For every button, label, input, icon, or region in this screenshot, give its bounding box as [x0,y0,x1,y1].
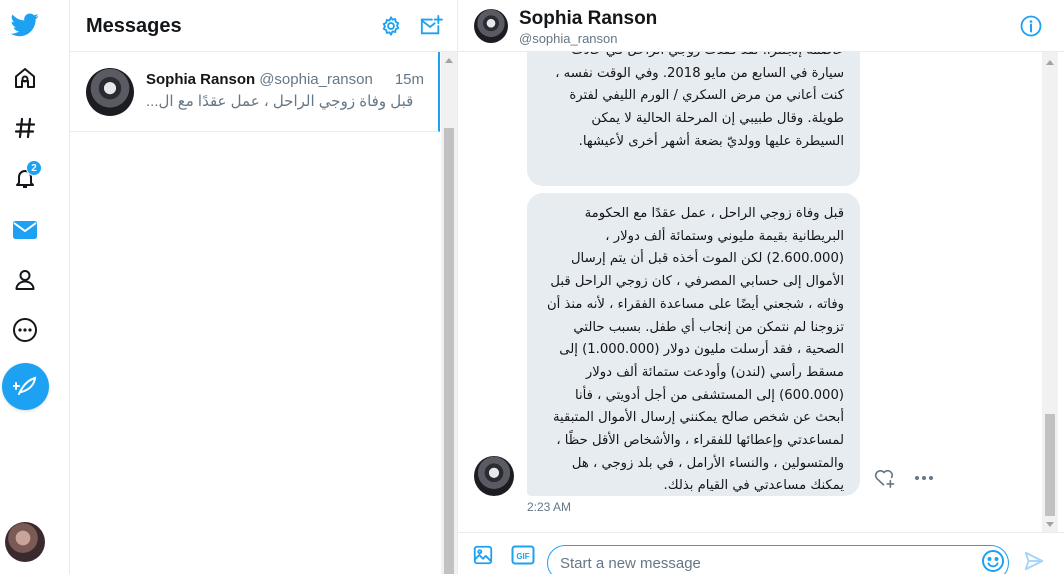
conversation-header: Sophia Ranson @sophia_ranson [458,0,1064,52]
conversation-preview: قبل وفاة زوجي الراحل ، عمل عقدًا مع ال..… [146,93,414,110]
new-message-icon[interactable] [418,13,444,39]
header-handle: @sophia_ranson [519,31,618,46]
message-bubble: عاصمة إنجلترا. لقد فقدت زوجي الراحل في ح… [527,52,860,186]
compose-tweet-icon [12,376,36,395]
message-bubble: قبل وفاة زوجي الراحل ، عمل عقدًا مع الحك… [527,193,860,496]
primary-nav: 2 [0,0,70,574]
account-avatar[interactable] [5,522,45,562]
conversation-handle: @sophia_ranson [259,71,373,88]
message-timestamp: 2:23 AM [527,500,572,514]
message-input[interactable] [547,545,1009,574]
messages-title: Messages [86,15,182,37]
image-icon[interactable] [469,541,497,569]
home-icon[interactable] [0,58,50,98]
messages-envelope-icon[interactable] [0,210,50,250]
header-name: Sophia Ranson [519,8,658,29]
header-avatar[interactable] [474,9,508,43]
compose-tweet-button[interactable] [2,363,49,410]
scroll-down-arrow-icon[interactable] [1046,522,1054,527]
messages-list-panel: Messages Sophia Ranson @sophia_ranson 15m… [70,0,458,574]
conversation-time: 15m [394,71,424,88]
conversation-name-line: Sophia Ranson @sophia_ranson [146,71,373,88]
emoji-icon[interactable] [979,547,1007,574]
hashtag-explore-icon[interactable] [0,108,50,148]
scroll-up-arrow-icon[interactable] [445,58,453,63]
conversation-name: Sophia Ranson [146,71,256,88]
thread-scrollbar-thumb[interactable] [1045,414,1055,516]
profile-person-icon[interactable] [0,260,50,300]
gif-label: GIF [516,552,529,561]
more-options-icon[interactable] [0,310,50,350]
thread-scrollbar[interactable] [1042,52,1058,532]
more-options-horizontal-icon[interactable] [912,466,936,490]
messages-list-header: Messages [70,0,457,52]
gear-icon[interactable] [378,13,404,39]
conversation-item[interactable]: Sophia Ranson @sophia_ranson 15m قبل وفاة… [70,52,440,132]
gif-button[interactable]: GIF [509,541,537,569]
conversation-avatar [86,68,134,116]
send-icon[interactable] [1020,547,1048,574]
twitter-logo-icon[interactable] [0,5,50,45]
scroll-up-arrow-icon[interactable] [1046,60,1054,65]
list-scrollbar[interactable] [441,52,457,574]
list-scrollbar-thumb[interactable] [444,128,454,574]
message-composer: GIF [458,532,1064,574]
notification-count-badge: 2 [26,160,42,176]
info-icon[interactable] [1020,15,1042,37]
notifications-bell-icon[interactable]: 2 [0,158,50,198]
sender-avatar[interactable] [474,456,514,496]
conversation-panel: Sophia Ranson @sophia_ranson عاصمة إنجلت… [458,0,1064,574]
heart-plus-icon[interactable] [872,466,896,490]
message-thread: عاصمة إنجلترا. لقد فقدت زوجي الراحل في ح… [458,52,1042,532]
